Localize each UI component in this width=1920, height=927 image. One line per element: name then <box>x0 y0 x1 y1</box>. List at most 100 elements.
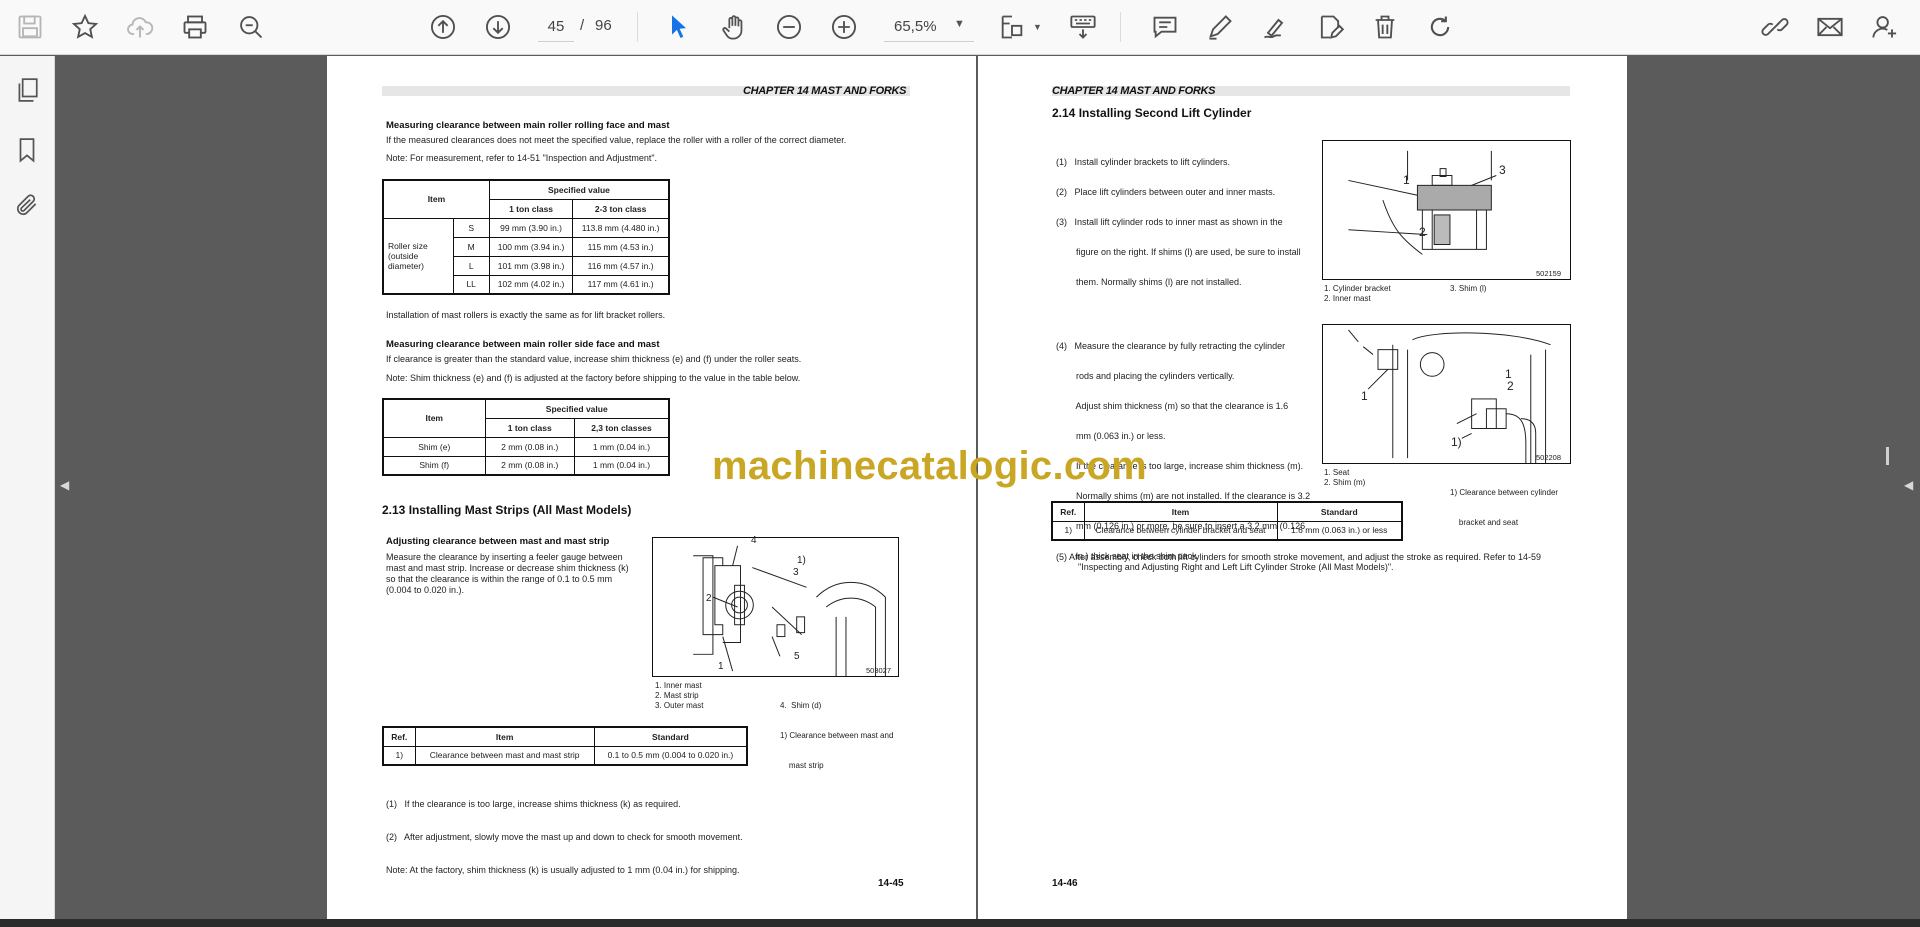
pen-icon[interactable] <box>1201 8 1239 46</box>
collapse-left-panel-icon[interactable]: ◀ <box>60 478 69 492</box>
delete-icon[interactable] <box>1366 8 1404 46</box>
list-item: Normally shims (m) are not installed. If… <box>1056 491 1311 501</box>
chapter-header: CHAPTER 14 MAST AND FORKS <box>743 85 907 97</box>
step-list: (1) Install cylinder brackets to lift cy… <box>1056 137 1301 307</box>
table-header: Specified value <box>488 179 670 200</box>
zoom-out-icon[interactable] <box>770 8 808 46</box>
table-cell: 1 mm (0.04 in.) <box>573 436 670 457</box>
table-header: Standard <box>1276 501 1403 522</box>
attachment-icon[interactable] <box>9 187 45 223</box>
caption-line: 1) Clearance between mast and <box>780 731 894 740</box>
figure-label: 4 <box>751 535 757 546</box>
fit-page-icon[interactable] <box>993 8 1031 46</box>
table-cell: 1.6 mm (0.063 in.) or less <box>1276 520 1403 541</box>
share-link-icon[interactable] <box>1756 8 1794 46</box>
table-header: 2-3 ton class <box>572 198 670 219</box>
table-header: 1 ton class <box>484 417 575 438</box>
cloud-upload-icon[interactable] <box>121 8 159 46</box>
table-row: Shim (f) 2 mm (0.08 in.) 1 mm (0.04 in.) <box>382 455 670 476</box>
list-item: Note: At the factory, shim thickness (k)… <box>386 865 740 875</box>
chapter-header: CHAPTER 14 MAST AND FORKS <box>1052 85 1216 97</box>
mail-icon[interactable] <box>1811 8 1849 46</box>
list-item: rods and placing the cylinders verticall… <box>1056 371 1235 381</box>
mast-strip-clearance-table: Ref. Item Standard 1) Clearance between … <box>382 726 748 766</box>
table-cell: Shim (f) <box>382 455 486 476</box>
caption-line: 3. Outer mast <box>655 701 704 710</box>
list-item: (2) Place lift cylinders between outer a… <box>1056 187 1276 197</box>
caption-line: 3. Shim (l) <box>1450 284 1487 293</box>
figure-label: 2 <box>706 593 712 604</box>
zoom-select[interactable]: 65,5% ▼ <box>884 12 974 42</box>
edit-pdf-icon[interactable] <box>1311 8 1349 46</box>
table-cell: S <box>452 217 490 238</box>
watermark: machinecatalogic.com <box>712 444 1148 488</box>
list-item: (2) After adjustment, slowly move the ma… <box>386 832 743 842</box>
table-header: Standard <box>593 726 748 747</box>
table-cell: 1) <box>1051 520 1085 541</box>
page-up-icon[interactable] <box>424 8 462 46</box>
star-icon[interactable] <box>66 8 104 46</box>
page-total: 96 <box>595 17 612 34</box>
sign-icon[interactable] <box>1256 8 1294 46</box>
figure-code: 502208 <box>1536 453 1562 462</box>
caption-line: 2. Shim (m) <box>1324 478 1366 487</box>
shim-thickness-table: Item Specified value 1 ton class 2,3 ton… <box>382 398 670 476</box>
list-item: "Inspecting and Adjusting Right and Left… <box>1078 562 1394 572</box>
save-icon[interactable] <box>11 8 49 46</box>
list-item: (3) Install lift cylinder rods to inner … <box>1056 217 1283 227</box>
page-number-input[interactable] <box>538 12 574 42</box>
figure-label: 3 <box>793 567 799 578</box>
table-cell: 117 mm (4.61 in.) <box>572 274 670 295</box>
zoom-in-icon[interactable] <box>825 8 863 46</box>
toolbar-divider <box>1120 12 1121 42</box>
list-item: (4) Measure the clearance by fully retra… <box>1056 341 1286 351</box>
page-number: 14-45 <box>878 878 904 889</box>
table-header: 1 ton class <box>488 198 574 219</box>
list-item: Adjust shim thickness (m) so that the cl… <box>1056 401 1289 411</box>
table-cell: L <box>452 255 490 276</box>
figure-label: 1 <box>1403 173 1410 187</box>
pages-icon[interactable] <box>9 72 45 108</box>
figure-label: 1 <box>718 661 724 672</box>
figure-caption: 1. Inner mast 2. Mast strip 3. Outer mas… <box>655 681 703 711</box>
list-item: mm (0.063 in.) or less. <box>1056 431 1166 441</box>
find-icon[interactable] <box>232 8 270 46</box>
list-item: (5) After assembly, check both lift cyli… <box>1056 552 1542 562</box>
step-list: (1) If the clearance is too large, incre… <box>386 777 743 898</box>
bottom-strip <box>0 919 1920 927</box>
bookmark-icon[interactable] <box>9 132 45 168</box>
figure-label: 2 <box>1419 225 1426 239</box>
table-cell: 2 mm (0.08 in.) <box>484 455 575 476</box>
table-cell: 1 mm (0.04 in.) <box>573 455 670 476</box>
fit-menu-chevron-icon[interactable]: ▼ <box>1033 22 1042 32</box>
comment-icon[interactable] <box>1146 8 1184 46</box>
add-user-icon[interactable] <box>1866 8 1904 46</box>
figure-caption: 3. Shim (l) <box>1450 284 1486 294</box>
figure-label: 5 <box>794 651 800 662</box>
keyboard-icon[interactable] <box>1064 8 1102 46</box>
table-row: Roller size (outside diameter) S 99 mm (… <box>382 217 670 295</box>
scrollbar-thumb[interactable] <box>1886 447 1889 465</box>
expand-right-panel-icon[interactable]: ◀ <box>1904 478 1913 492</box>
toolbar: / 96 65,5% ▼ ▼ <box>0 0 1920 55</box>
table-cell: 101 mm (3.98 in.) <box>488 255 574 276</box>
redo-icon[interactable] <box>1421 8 1459 46</box>
table-row: 1) Clearance between cylinder bracket an… <box>1051 520 1403 541</box>
note: Note: For measurement, refer to 14-51 "I… <box>386 153 658 163</box>
table-cell: 116 mm (4.57 in.) <box>572 255 670 276</box>
hand-icon[interactable] <box>715 8 753 46</box>
select-arrow-icon[interactable] <box>660 8 698 46</box>
table-row: 1) Clearance between mast and mast strip… <box>382 745 748 766</box>
table-header: Item <box>382 179 490 219</box>
caption-line: bracket and seat <box>1450 518 1519 527</box>
table-header: Ref. <box>1051 501 1085 522</box>
table-header: Specified value <box>484 398 670 419</box>
table-cell: 113.8 mm (4.480 in.) <box>572 217 670 238</box>
page-separator: / <box>580 17 585 34</box>
table-cell: LL <box>452 274 490 295</box>
print-icon[interactable] <box>176 8 214 46</box>
figure-label: 1) <box>797 555 806 566</box>
paragraph: Installation of mast rollers is exactly … <box>386 310 666 320</box>
left-navigation-rail <box>0 56 55 921</box>
page-down-icon[interactable] <box>479 8 517 46</box>
